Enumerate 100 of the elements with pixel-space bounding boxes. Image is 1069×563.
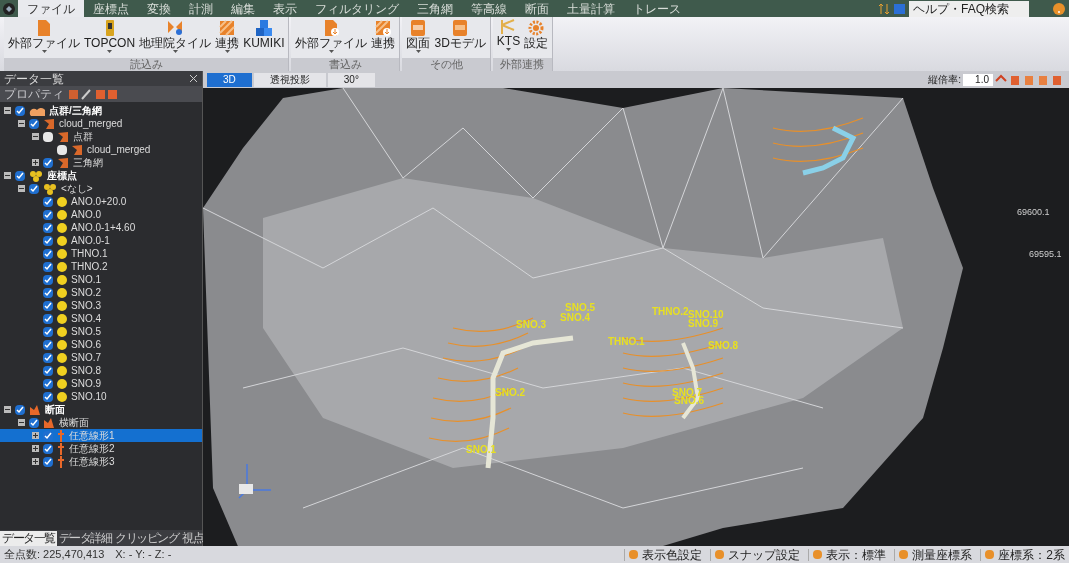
menu-tab[interactable]: 計測 <box>180 0 222 17</box>
tree-row[interactable]: THNO.2 <box>0 260 202 273</box>
panel-tab[interactable]: データ詳細 <box>56 530 113 546</box>
ribbon-button[interactable]: 連携 <box>371 19 396 50</box>
collapse-icon[interactable] <box>4 107 11 114</box>
tree-row[interactable]: 三角網 <box>0 156 202 169</box>
menu-tab[interactable]: 断面 <box>516 0 558 17</box>
tree-row[interactable]: 横断面 <box>0 416 202 429</box>
tree-row[interactable]: SNO.9 <box>0 377 202 390</box>
status-button[interactable]: スナップ設定 <box>710 548 801 561</box>
expand-icon[interactable] <box>32 445 39 452</box>
ribbon-button[interactable]: 外部ファイル <box>8 19 80 54</box>
menu-tab[interactable]: 三角網 <box>408 0 462 17</box>
menu-tab[interactable]: 表示 <box>264 0 306 17</box>
tree-row[interactable]: SNO.8 <box>0 364 202 377</box>
help-search-field[interactable]: ヘルプ・FAQ検索 <box>909 0 1029 17</box>
checkbox[interactable] <box>43 157 53 168</box>
tree-row[interactable]: cloud_merged <box>0 143 202 156</box>
tree-row[interactable]: 任意線形1 <box>0 429 202 442</box>
scale-field[interactable]: 1.0 <box>963 73 993 86</box>
status-button[interactable]: 表示色設定 <box>624 548 703 561</box>
checkbox[interactable] <box>43 352 53 363</box>
tree-row[interactable]: ANO.0-1+4.60 <box>0 221 202 234</box>
checkbox[interactable] <box>43 274 53 285</box>
collapse-icon[interactable] <box>18 185 25 192</box>
sort-arrows-icon[interactable] <box>878 2 890 15</box>
tree-row[interactable]: ANO.0 <box>0 208 202 221</box>
menu-tab[interactable]: 変換 <box>138 0 180 17</box>
checkbox[interactable] <box>43 339 53 350</box>
checkbox[interactable] <box>43 430 53 441</box>
tree-row[interactable]: ANO.0-1 <box>0 234 202 247</box>
checkbox[interactable] <box>43 456 53 467</box>
checkbox[interactable] <box>43 391 53 402</box>
tree-row[interactable]: cloud_merged <box>0 117 202 130</box>
collapse-icon[interactable] <box>4 172 11 179</box>
tree-row[interactable]: SNO.7 <box>0 351 202 364</box>
tree-row[interactable]: SNO.3 <box>0 299 202 312</box>
tree-row[interactable]: SNO.10 <box>0 390 202 403</box>
checkbox[interactable] <box>43 131 53 142</box>
tree-row[interactable]: SNO.1 <box>0 273 202 286</box>
checkbox[interactable] <box>43 196 53 207</box>
tree-row[interactable]: 任意線形3 <box>0 455 202 468</box>
help-icon[interactable] <box>1053 2 1065 15</box>
status-button[interactable]: 測量座標系 <box>894 548 973 561</box>
menu-tab[interactable]: 等高線 <box>462 0 516 17</box>
menu-tab[interactable]: 編集 <box>222 0 264 17</box>
checkbox[interactable] <box>43 248 53 259</box>
tree-row[interactable]: 断面 <box>0 403 202 416</box>
menu-tab[interactable]: 土量計算 <box>558 0 624 17</box>
checkbox[interactable] <box>57 144 67 155</box>
toolbar-icons-drawing[interactable] <box>68 88 118 100</box>
menu-tab[interactable]: ファイル <box>18 0 84 17</box>
ribbon-button[interactable]: 連携 <box>215 19 240 54</box>
tree-row[interactable]: SNO.5 <box>0 325 202 338</box>
checkbox[interactable] <box>43 326 53 337</box>
ribbon-button[interactable]: TOPCON <box>84 19 136 54</box>
checkbox[interactable] <box>43 300 53 311</box>
app-logo-icon[interactable] <box>0 1 18 16</box>
checkbox[interactable] <box>43 261 53 272</box>
expand-icon[interactable] <box>32 159 39 166</box>
checkbox[interactable] <box>29 183 39 194</box>
expand-icon[interactable] <box>32 432 39 439</box>
status-button[interactable]: 座標系：2系 <box>980 548 1065 561</box>
tree-row[interactable]: SNO.2 <box>0 286 202 299</box>
checkbox[interactable] <box>43 222 53 233</box>
view-tab[interactable]: 3D <box>207 72 252 87</box>
tree-row[interactable]: THNO.1 <box>0 247 202 260</box>
view-tab[interactable]: 30° <box>327 72 375 87</box>
status-button[interactable]: 表示：標準 <box>808 548 887 561</box>
close-icon[interactable] <box>189 74 198 83</box>
ribbon-button[interactable]: 3Dモデル <box>434 19 486 50</box>
checkbox[interactable] <box>15 170 25 181</box>
checkbox[interactable] <box>43 365 53 376</box>
ribbon-button[interactable]: 地理院タイル <box>139 19 212 54</box>
view-tab[interactable]: 透視投影 <box>253 72 326 87</box>
tree-row[interactable]: 点群 <box>0 130 202 143</box>
checkbox[interactable] <box>43 287 53 298</box>
ribbon-button[interactable]: KTS <box>496 19 521 52</box>
panel-tab[interactable]: データ一覧 <box>0 530 57 546</box>
checkbox[interactable] <box>15 404 25 415</box>
ribbon-button[interactable]: 図面 <box>406 19 431 54</box>
checkbox[interactable] <box>15 105 25 116</box>
menu-tab[interactable]: トレース <box>624 0 690 17</box>
ribbon-button[interactable]: KUMIKI <box>243 19 285 50</box>
expand-icon[interactable] <box>32 458 39 465</box>
checkbox[interactable] <box>43 235 53 246</box>
checkbox[interactable] <box>43 313 53 324</box>
collapse-icon[interactable] <box>18 419 25 426</box>
menu-tab[interactable]: フィルタリング <box>306 0 408 17</box>
tree-row[interactable]: 任意線形2 <box>0 442 202 455</box>
panel-tab[interactable]: クリッピング <box>113 530 180 546</box>
tree-row[interactable]: 点群/三角網 <box>0 104 202 117</box>
tree-row[interactable]: 座標点 <box>0 169 202 182</box>
collapse-icon[interactable] <box>32 133 39 140</box>
checkbox[interactable] <box>29 118 39 129</box>
checkbox[interactable] <box>43 209 53 220</box>
tree-row[interactable]: <なし> <box>0 182 202 195</box>
collapse-icon[interactable] <box>4 406 11 413</box>
tree-row[interactable]: SNO.6 <box>0 338 202 351</box>
checkbox[interactable] <box>43 443 53 454</box>
